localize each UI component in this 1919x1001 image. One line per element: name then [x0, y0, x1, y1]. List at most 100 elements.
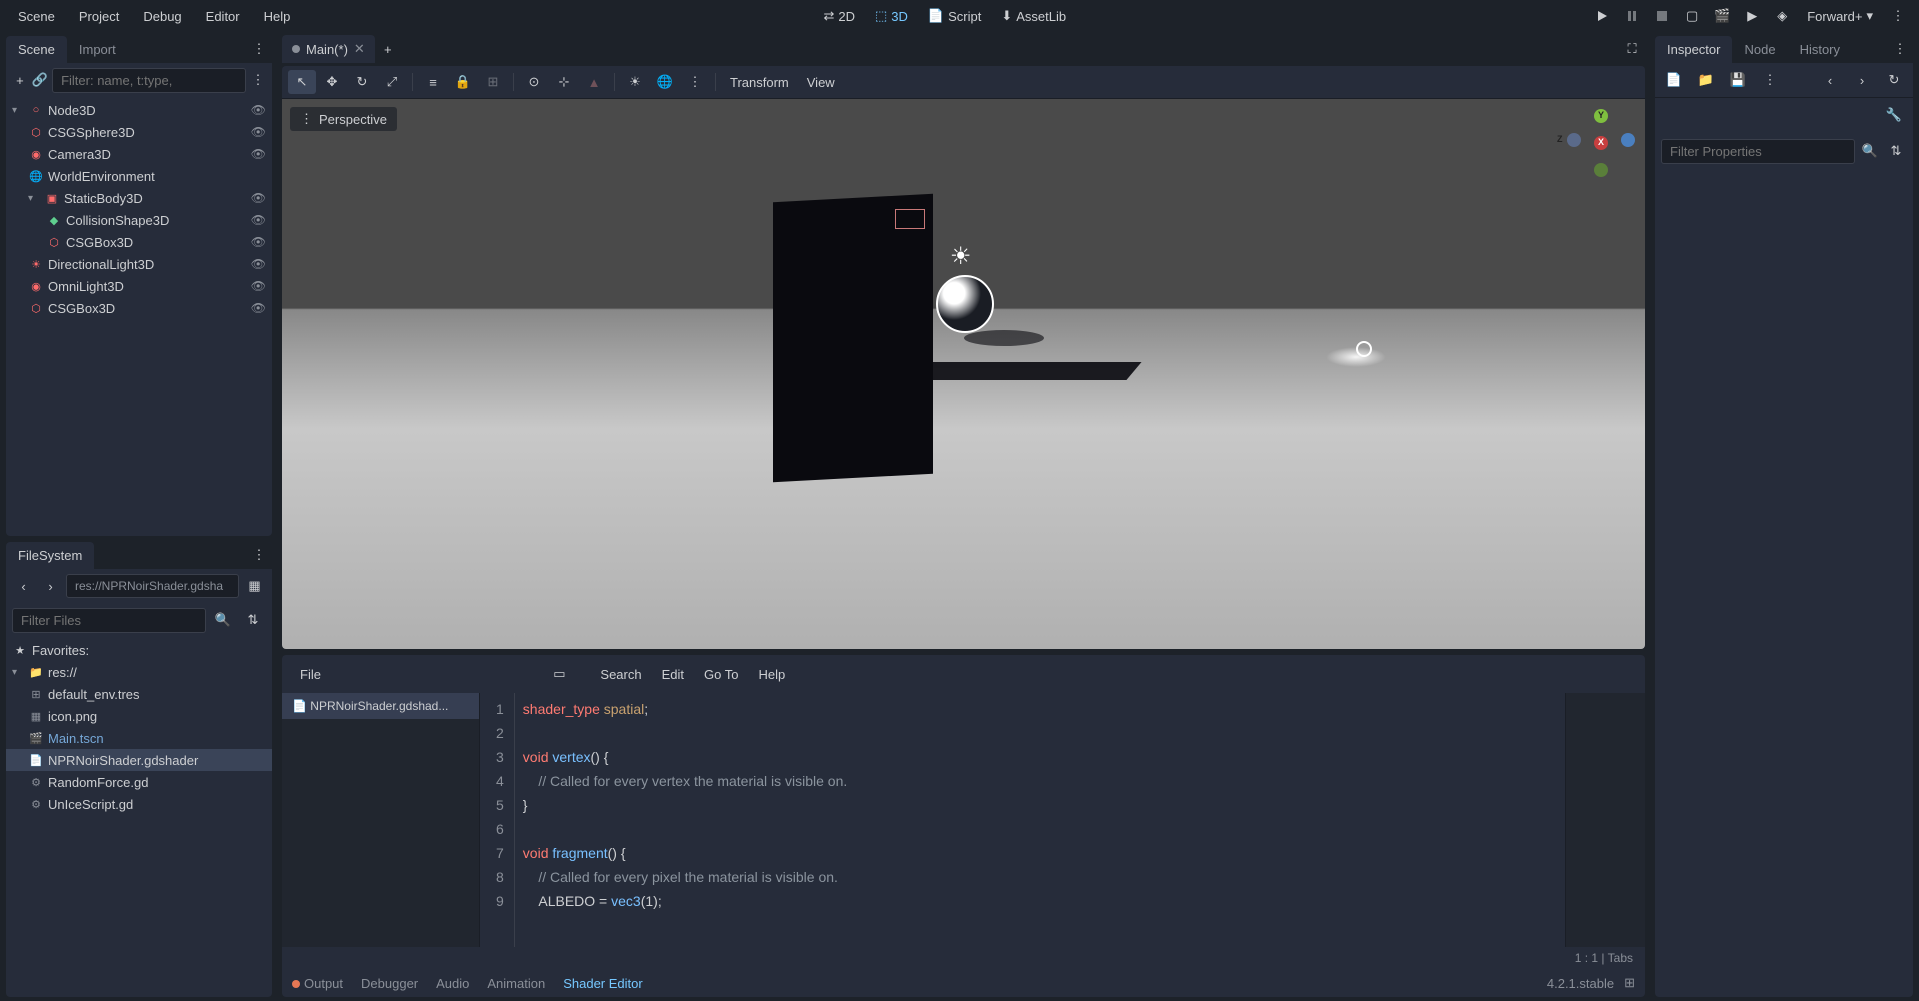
- tree-node-worldenv[interactable]: 🌐 WorldEnvironment: [6, 165, 272, 187]
- pause-button[interactable]: [1619, 3, 1645, 29]
- collapse-icon[interactable]: ▾: [12, 105, 24, 116]
- inspector-filter-input[interactable]: [1661, 139, 1855, 164]
- perspective-badge[interactable]: ⋮ Perspective: [290, 107, 397, 131]
- tab-scene[interactable]: Scene: [6, 36, 67, 63]
- tree-node-camera[interactable]: ◉ Camera3D 👁: [6, 143, 272, 165]
- tab-history[interactable]: History: [1788, 36, 1852, 63]
- shader-goto-menu[interactable]: Go To: [696, 663, 746, 686]
- viewport-3d[interactable]: ⋮ Perspective ☀ Y Z X: [282, 99, 1645, 649]
- close-icon[interactable]: ✕: [354, 41, 365, 57]
- menu-debug[interactable]: Debug: [133, 5, 191, 28]
- fs-file-env[interactable]: ⊞ default_env.tres: [6, 683, 272, 705]
- tree-node-staticbody[interactable]: ▾ ▣ StaticBody3D 👁: [6, 187, 272, 209]
- mode-3d-button[interactable]: ⬚ 3D: [867, 4, 916, 28]
- code-editor[interactable]: 1 2 3 4 5 6 7 8 9 shader_type spatial; v…: [480, 693, 1645, 947]
- fs-file-icon[interactable]: ▦ icon.png: [6, 705, 272, 727]
- tree-node-collisionshape[interactable]: ◆ CollisionShape3D 👁: [6, 209, 272, 231]
- renderer-dropdown[interactable]: Forward+ ▾: [1799, 4, 1881, 28]
- layout-icon[interactable]: ⊞: [1624, 975, 1635, 991]
- fs-file-shader[interactable]: 📄 NPRNoirShader.gdshader: [6, 749, 272, 771]
- visibility-icon[interactable]: 👁: [251, 147, 266, 161]
- add-node-button[interactable]: +: [12, 67, 28, 93]
- tree-node-root[interactable]: ▾ ○ Node3D 👁: [6, 99, 272, 121]
- distraction-free-button[interactable]: ⛶: [1619, 36, 1645, 62]
- nav-back-button[interactable]: ‹: [12, 573, 35, 599]
- tb-dots-icon[interactable]: ⋮: [681, 70, 709, 94]
- resource-dots-icon[interactable]: ⋮: [1757, 67, 1783, 93]
- menu-project[interactable]: Project: [69, 5, 129, 28]
- visibility-icon[interactable]: 👁: [251, 235, 266, 249]
- fs-file-unice[interactable]: ⚙ UnIceScript.gd: [6, 793, 272, 815]
- tab-output[interactable]: Output: [292, 976, 343, 991]
- movie-button[interactable]: 🎬: [1709, 3, 1735, 29]
- local-button[interactable]: ⊙: [520, 70, 548, 94]
- shader-edit-menu[interactable]: Edit: [654, 663, 692, 686]
- scene-filter-input[interactable]: [52, 68, 246, 93]
- panel-dots-icon[interactable]: ⋮: [1887, 36, 1913, 62]
- tab-audio[interactable]: Audio: [436, 976, 469, 991]
- fs-sort-icon[interactable]: ⇅: [240, 607, 266, 633]
- load-resource-button[interactable]: 📁: [1693, 67, 1719, 93]
- shader-popout-icon[interactable]: ▭: [546, 661, 572, 687]
- fs-path-input[interactable]: [66, 574, 239, 598]
- history-menu-button[interactable]: ↻: [1881, 67, 1907, 93]
- stop-button[interactable]: [1649, 3, 1675, 29]
- shader-search-menu[interactable]: Search: [592, 663, 649, 686]
- snap-button[interactable]: ⊹: [550, 70, 578, 94]
- shader-file-tab[interactable]: 📄 NPRNoirShader.gdshad...: [282, 693, 479, 719]
- visibility-icon[interactable]: 👁: [251, 103, 266, 117]
- tree-node-csgbox2[interactable]: ⬡ CSGBox3D 👁: [6, 297, 272, 319]
- shader-help-menu[interactable]: Help: [750, 663, 793, 686]
- fs-toggle-icon[interactable]: ▦: [243, 573, 266, 599]
- orientation-gizmo[interactable]: Y Z X: [1567, 109, 1635, 177]
- move-tool-button[interactable]: ✥: [318, 70, 346, 94]
- play-scene-button[interactable]: ▶: [1739, 3, 1765, 29]
- tab-debugger[interactable]: Debugger: [361, 976, 418, 991]
- tab-filesystem[interactable]: FileSystem: [6, 542, 94, 569]
- menu-scene[interactable]: Scene: [8, 5, 65, 28]
- visibility-icon[interactable]: 👁: [251, 213, 266, 227]
- link-button[interactable]: 🔗: [32, 67, 48, 93]
- history-back-button[interactable]: ‹: [1817, 67, 1843, 93]
- shader-file-menu[interactable]: File: [292, 663, 329, 686]
- mode-script-button[interactable]: 📄 Script: [920, 4, 989, 28]
- rotate-tool-button[interactable]: ↻: [348, 70, 376, 94]
- tab-import[interactable]: Import: [67, 36, 128, 63]
- menu-dots-icon[interactable]: ⋮: [1885, 3, 1911, 29]
- remote-button[interactable]: ▢: [1679, 3, 1705, 29]
- gizmo-center[interactable]: X: [1594, 136, 1608, 150]
- collapse-icon[interactable]: ▾: [28, 193, 40, 204]
- nav-fwd-button[interactable]: ›: [39, 573, 62, 599]
- lock-button[interactable]: 🔒: [449, 70, 477, 94]
- play-custom-button[interactable]: ◈: [1769, 3, 1795, 29]
- mode-2d-button[interactable]: ⇄ 2D: [815, 4, 863, 28]
- visibility-icon[interactable]: 👁: [251, 301, 266, 315]
- gizmo-z[interactable]: Z: [1567, 133, 1581, 147]
- fs-favorites[interactable]: ★ Favorites:: [6, 639, 272, 661]
- collapse-icon[interactable]: ▾: [12, 667, 24, 678]
- fs-file-main[interactable]: 🎬 Main.tscn: [6, 727, 272, 749]
- tree-node-dirlight[interactable]: ☀ DirectionalLight3D 👁: [6, 253, 272, 275]
- panel-dots-icon[interactable]: ⋮: [246, 36, 272, 62]
- transform-menu[interactable]: Transform: [722, 71, 797, 94]
- tab-shader-editor[interactable]: Shader Editor: [563, 976, 643, 991]
- visibility-icon[interactable]: 👁: [251, 279, 266, 293]
- panel-dots-icon[interactable]: ⋮: [246, 542, 272, 568]
- select-tool-button[interactable]: ↖: [288, 70, 316, 94]
- env-button[interactable]: 🌐: [651, 70, 679, 94]
- play-button[interactable]: [1589, 3, 1615, 29]
- tab-node[interactable]: Node: [1732, 36, 1787, 63]
- visibility-icon[interactable]: 👁: [251, 125, 266, 139]
- tree-node-csgbox1[interactable]: ⬡ CSGBox3D 👁: [6, 231, 272, 253]
- menu-editor[interactable]: Editor: [196, 5, 250, 28]
- scale-tool-button[interactable]: ⤢: [378, 70, 406, 94]
- sun-button[interactable]: ☀: [621, 70, 649, 94]
- new-resource-button[interactable]: 📄: [1661, 67, 1687, 93]
- code-content[interactable]: shader_type spatial; void vertex() { // …: [515, 693, 1565, 947]
- tab-animation[interactable]: Animation: [487, 976, 545, 991]
- mode-assetlib-button[interactable]: ⬇ AssetLib: [993, 4, 1074, 28]
- gizmo-y[interactable]: Y: [1594, 109, 1608, 123]
- tree-node-csgsphere[interactable]: ⬡ CSGSphere3D 👁: [6, 121, 272, 143]
- gizmo-y-neg[interactable]: [1594, 163, 1608, 177]
- extra-tool-icon[interactable]: 🔧: [1881, 102, 1907, 128]
